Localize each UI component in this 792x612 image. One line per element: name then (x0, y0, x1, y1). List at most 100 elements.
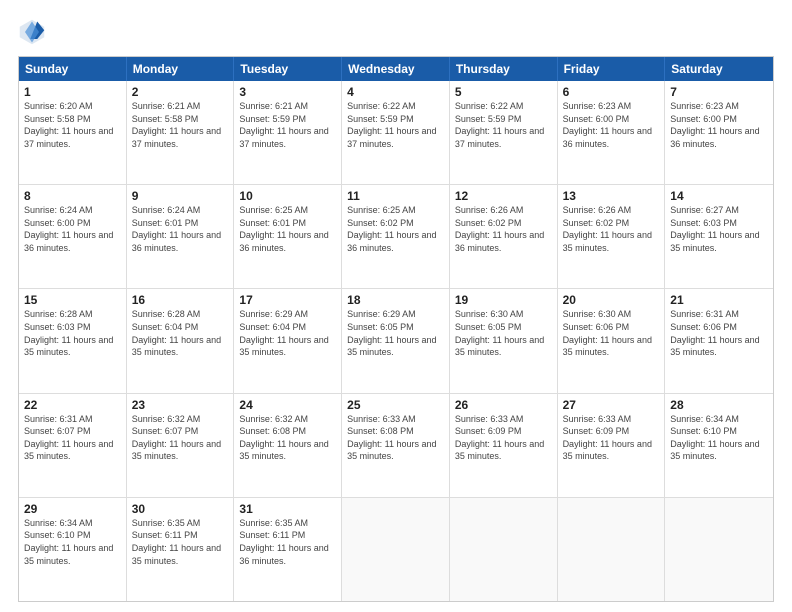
empty-cell (665, 498, 773, 601)
day-number: 20 (563, 293, 660, 307)
day-cell-20: 20 Sunrise: 6:30 AMSunset: 6:06 PMDaylig… (558, 289, 666, 392)
sun-info: Sunrise: 6:23 AMSunset: 6:00 PMDaylight:… (670, 101, 759, 149)
logo-icon (18, 18, 46, 46)
calendar-header: SundayMondayTuesdayWednesdayThursdayFrid… (19, 57, 773, 81)
day-number: 9 (132, 189, 229, 203)
day-number: 17 (239, 293, 336, 307)
day-number: 7 (670, 85, 768, 99)
sun-info: Sunrise: 6:28 AMSunset: 6:04 PMDaylight:… (132, 309, 221, 357)
day-cell-2: 2 Sunrise: 6:21 AMSunset: 5:58 PMDayligh… (127, 81, 235, 184)
day-number: 22 (24, 398, 121, 412)
day-cell-12: 12 Sunrise: 6:26 AMSunset: 6:02 PMDaylig… (450, 185, 558, 288)
sun-info: Sunrise: 6:29 AMSunset: 6:04 PMDaylight:… (239, 309, 328, 357)
sun-info: Sunrise: 6:31 AMSunset: 6:07 PMDaylight:… (24, 414, 113, 462)
day-number: 3 (239, 85, 336, 99)
day-cell-9: 9 Sunrise: 6:24 AMSunset: 6:01 PMDayligh… (127, 185, 235, 288)
day-number: 11 (347, 189, 444, 203)
sun-info: Sunrise: 6:29 AMSunset: 6:05 PMDaylight:… (347, 309, 436, 357)
day-number: 26 (455, 398, 552, 412)
day-cell-8: 8 Sunrise: 6:24 AMSunset: 6:00 PMDayligh… (19, 185, 127, 288)
empty-cell (558, 498, 666, 601)
sun-info: Sunrise: 6:32 AMSunset: 6:07 PMDaylight:… (132, 414, 221, 462)
day-cell-26: 26 Sunrise: 6:33 AMSunset: 6:09 PMDaylig… (450, 394, 558, 497)
calendar: SundayMondayTuesdayWednesdayThursdayFrid… (18, 56, 774, 602)
day-number: 13 (563, 189, 660, 203)
calendar-row-1: 1 Sunrise: 6:20 AMSunset: 5:58 PMDayligh… (19, 81, 773, 185)
sun-info: Sunrise: 6:33 AMSunset: 6:09 PMDaylight:… (563, 414, 652, 462)
day-cell-28: 28 Sunrise: 6:34 AMSunset: 6:10 PMDaylig… (665, 394, 773, 497)
day-of-week-wednesday: Wednesday (342, 57, 450, 81)
day-cell-1: 1 Sunrise: 6:20 AMSunset: 5:58 PMDayligh… (19, 81, 127, 184)
day-cell-3: 3 Sunrise: 6:21 AMSunset: 5:59 PMDayligh… (234, 81, 342, 184)
calendar-row-5: 29 Sunrise: 6:34 AMSunset: 6:10 PMDaylig… (19, 498, 773, 601)
day-cell-19: 19 Sunrise: 6:30 AMSunset: 6:05 PMDaylig… (450, 289, 558, 392)
calendar-row-3: 15 Sunrise: 6:28 AMSunset: 6:03 PMDaylig… (19, 289, 773, 393)
day-cell-18: 18 Sunrise: 6:29 AMSunset: 6:05 PMDaylig… (342, 289, 450, 392)
day-of-week-saturday: Saturday (665, 57, 773, 81)
day-number: 28 (670, 398, 768, 412)
day-cell-13: 13 Sunrise: 6:26 AMSunset: 6:02 PMDaylig… (558, 185, 666, 288)
day-number: 24 (239, 398, 336, 412)
header (18, 18, 774, 46)
sun-info: Sunrise: 6:30 AMSunset: 6:05 PMDaylight:… (455, 309, 544, 357)
day-cell-24: 24 Sunrise: 6:32 AMSunset: 6:08 PMDaylig… (234, 394, 342, 497)
day-number: 6 (563, 85, 660, 99)
day-number: 25 (347, 398, 444, 412)
sun-info: Sunrise: 6:25 AMSunset: 6:01 PMDaylight:… (239, 205, 328, 253)
day-number: 15 (24, 293, 121, 307)
sun-info: Sunrise: 6:23 AMSunset: 6:00 PMDaylight:… (563, 101, 652, 149)
sun-info: Sunrise: 6:20 AMSunset: 5:58 PMDaylight:… (24, 101, 113, 149)
day-number: 27 (563, 398, 660, 412)
day-number: 31 (239, 502, 336, 516)
day-of-week-friday: Friday (558, 57, 666, 81)
day-cell-27: 27 Sunrise: 6:33 AMSunset: 6:09 PMDaylig… (558, 394, 666, 497)
sun-info: Sunrise: 6:26 AMSunset: 6:02 PMDaylight:… (563, 205, 652, 253)
day-number: 16 (132, 293, 229, 307)
day-cell-22: 22 Sunrise: 6:31 AMSunset: 6:07 PMDaylig… (19, 394, 127, 497)
day-number: 18 (347, 293, 444, 307)
calendar-row-2: 8 Sunrise: 6:24 AMSunset: 6:00 PMDayligh… (19, 185, 773, 289)
sun-info: Sunrise: 6:30 AMSunset: 6:06 PMDaylight:… (563, 309, 652, 357)
sun-info: Sunrise: 6:34 AMSunset: 6:10 PMDaylight:… (670, 414, 759, 462)
day-cell-6: 6 Sunrise: 6:23 AMSunset: 6:00 PMDayligh… (558, 81, 666, 184)
logo (18, 18, 50, 46)
sun-info: Sunrise: 6:33 AMSunset: 6:08 PMDaylight:… (347, 414, 436, 462)
day-cell-29: 29 Sunrise: 6:34 AMSunset: 6:10 PMDaylig… (19, 498, 127, 601)
day-number: 30 (132, 502, 229, 516)
calendar-row-4: 22 Sunrise: 6:31 AMSunset: 6:07 PMDaylig… (19, 394, 773, 498)
day-cell-30: 30 Sunrise: 6:35 AMSunset: 6:11 PMDaylig… (127, 498, 235, 601)
empty-cell (342, 498, 450, 601)
sun-info: Sunrise: 6:22 AMSunset: 5:59 PMDaylight:… (455, 101, 544, 149)
sun-info: Sunrise: 6:21 AMSunset: 5:58 PMDaylight:… (132, 101, 221, 149)
day-number: 21 (670, 293, 768, 307)
day-cell-15: 15 Sunrise: 6:28 AMSunset: 6:03 PMDaylig… (19, 289, 127, 392)
day-number: 23 (132, 398, 229, 412)
sun-info: Sunrise: 6:24 AMSunset: 6:00 PMDaylight:… (24, 205, 113, 253)
day-cell-14: 14 Sunrise: 6:27 AMSunset: 6:03 PMDaylig… (665, 185, 773, 288)
calendar-body: 1 Sunrise: 6:20 AMSunset: 5:58 PMDayligh… (19, 81, 773, 601)
day-of-week-thursday: Thursday (450, 57, 558, 81)
sun-info: Sunrise: 6:25 AMSunset: 6:02 PMDaylight:… (347, 205, 436, 253)
day-number: 14 (670, 189, 768, 203)
day-cell-7: 7 Sunrise: 6:23 AMSunset: 6:00 PMDayligh… (665, 81, 773, 184)
sun-info: Sunrise: 6:31 AMSunset: 6:06 PMDaylight:… (670, 309, 759, 357)
day-of-week-monday: Monday (127, 57, 235, 81)
sun-info: Sunrise: 6:35 AMSunset: 6:11 PMDaylight:… (239, 518, 328, 566)
sun-info: Sunrise: 6:33 AMSunset: 6:09 PMDaylight:… (455, 414, 544, 462)
day-number: 10 (239, 189, 336, 203)
day-cell-4: 4 Sunrise: 6:22 AMSunset: 5:59 PMDayligh… (342, 81, 450, 184)
day-cell-21: 21 Sunrise: 6:31 AMSunset: 6:06 PMDaylig… (665, 289, 773, 392)
sun-info: Sunrise: 6:24 AMSunset: 6:01 PMDaylight:… (132, 205, 221, 253)
page: SundayMondayTuesdayWednesdayThursdayFrid… (0, 0, 792, 612)
day-cell-5: 5 Sunrise: 6:22 AMSunset: 5:59 PMDayligh… (450, 81, 558, 184)
sun-info: Sunrise: 6:28 AMSunset: 6:03 PMDaylight:… (24, 309, 113, 357)
sun-info: Sunrise: 6:22 AMSunset: 5:59 PMDaylight:… (347, 101, 436, 149)
day-cell-25: 25 Sunrise: 6:33 AMSunset: 6:08 PMDaylig… (342, 394, 450, 497)
day-number: 12 (455, 189, 552, 203)
sun-info: Sunrise: 6:21 AMSunset: 5:59 PMDaylight:… (239, 101, 328, 149)
sun-info: Sunrise: 6:27 AMSunset: 6:03 PMDaylight:… (670, 205, 759, 253)
empty-cell (450, 498, 558, 601)
day-number: 29 (24, 502, 121, 516)
day-cell-11: 11 Sunrise: 6:25 AMSunset: 6:02 PMDaylig… (342, 185, 450, 288)
sun-info: Sunrise: 6:32 AMSunset: 6:08 PMDaylight:… (239, 414, 328, 462)
